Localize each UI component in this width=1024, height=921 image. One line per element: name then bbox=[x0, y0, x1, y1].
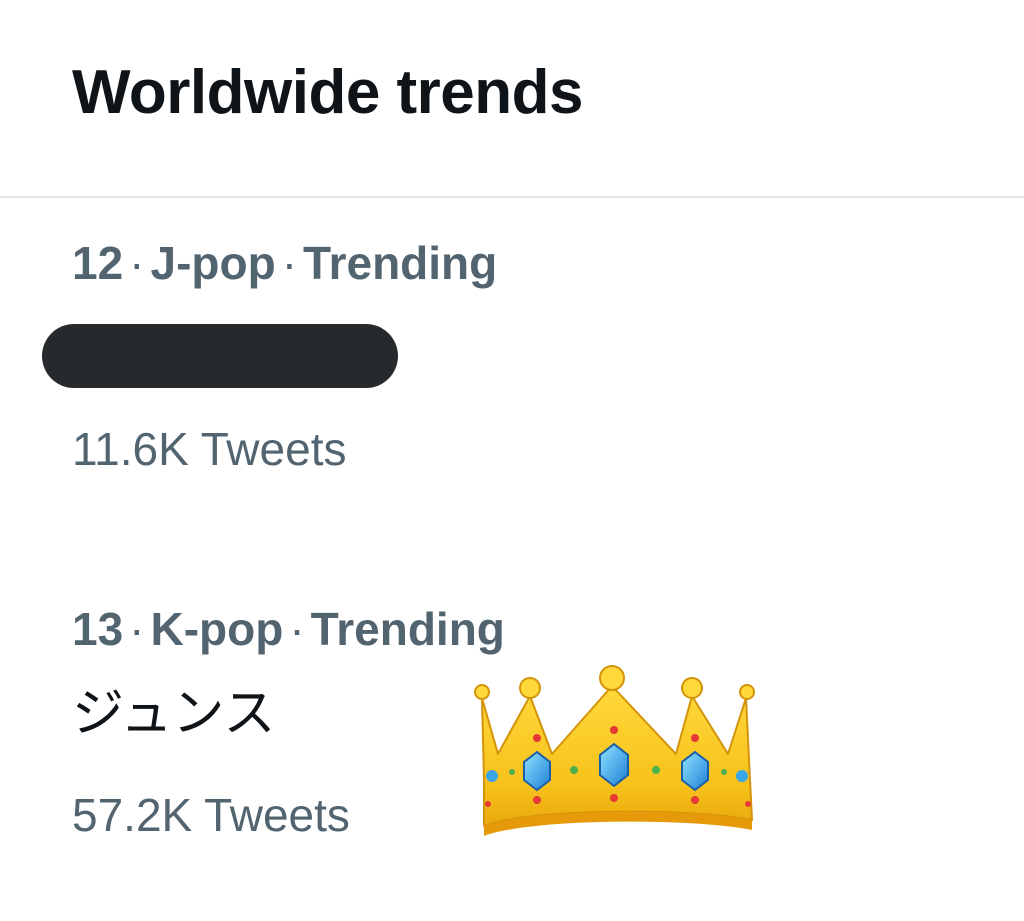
separator-dot: · bbox=[129, 237, 145, 289]
page-title: Worldwide trends bbox=[72, 58, 584, 127]
trend-meta: 12 · J-pop · Trending bbox=[72, 240, 497, 286]
tweet-count: 11.6K Tweets bbox=[72, 423, 347, 475]
trend-rank: 13 bbox=[72, 603, 124, 655]
tweet-count: 57.2K Tweets bbox=[72, 789, 350, 841]
trend-item[interactable]: 12 · J-pop · Trending 11.6K Tweets bbox=[0, 198, 1024, 498]
trend-category: K-pop bbox=[150, 603, 284, 655]
trends-header: Worldwide trends bbox=[0, 0, 1024, 198]
trend-status: Trending bbox=[303, 237, 498, 289]
trend-meta: 13 · K-pop · Trending bbox=[72, 606, 505, 652]
separator-dot: · bbox=[129, 603, 145, 655]
trend-rank: 12 bbox=[72, 237, 124, 289]
separator-dot: · bbox=[281, 237, 298, 289]
trend-status: Trending bbox=[310, 603, 505, 655]
trend-category: J-pop bbox=[150, 237, 276, 289]
redacted-trend-name bbox=[42, 324, 398, 388]
crown-icon bbox=[474, 665, 755, 836]
separator-dot: · bbox=[289, 603, 305, 655]
trend-name: ジュンス bbox=[72, 684, 276, 744]
